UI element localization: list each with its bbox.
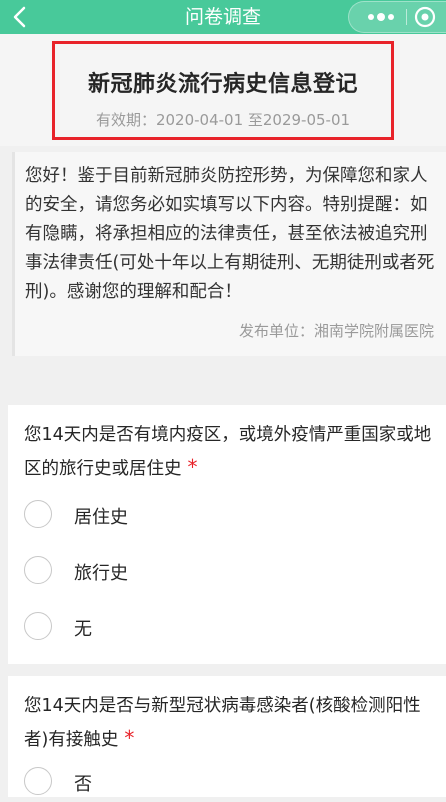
survey-title: 新冠肺炎流行病史信息登记 — [87, 72, 358, 97]
question-text: 您14天内是否与新型冠状病毒感染者(核酸检测阳性者)有接触史 * — [24, 690, 436, 756]
option-no[interactable]: 否 — [24, 762, 424, 802]
option-none[interactable]: 无 — [24, 607, 424, 647]
radio-button[interactable] — [24, 612, 52, 640]
radio-button[interactable] — [24, 556, 52, 584]
option-label: 否 — [74, 774, 92, 795]
publisher-label: 发布单位：湘南学院附属医院 — [238, 322, 434, 340]
question-text: 您14天内是否有境内疫区，或境外疫情严重国家或地区的旅行史或居住史 * — [24, 419, 436, 485]
option-label: 旅行史 — [74, 563, 128, 584]
mini-program-capsule — [348, 1, 446, 33]
radio-button[interactable] — [24, 767, 52, 795]
target-circle-icon[interactable] — [413, 5, 437, 29]
question-card: 您14天内是否与新型冠状病毒感染者(核酸检测阳性者)有接触史 * 否 — [8, 676, 446, 797]
required-mark: * — [124, 726, 135, 750]
validity-period: 有效期：2020-04-01 至2029-05-01 — [95, 111, 351, 129]
nav-bar: 问卷调查 — [0, 0, 446, 34]
radio-button[interactable] — [24, 500, 52, 528]
required-mark: * — [187, 455, 198, 479]
more-dots-icon[interactable] — [361, 2, 401, 32]
option-label: 无 — [74, 619, 92, 640]
capsule-divider — [406, 9, 407, 25]
option-label: 居住史 — [74, 507, 128, 528]
question-text-content: 您14天内是否与新型冠状病毒感染者(核酸检测阳性者)有接触史 — [24, 696, 421, 750]
question-text-content: 您14天内是否有境内疫区，或境外疫情严重国家或地区的旅行史或居住史 — [24, 425, 432, 479]
intro-text: 您好！鉴于目前新冠肺炎防控形势，为保障您和家人的安全，请您务必如实填写以下内容。… — [25, 166, 435, 302]
option-residence[interactable]: 居住史 — [24, 495, 424, 535]
question-card: 您14天内是否有境内疫区，或境外疫情严重国家或地区的旅行史或居住史 * 居住史 旅… — [8, 405, 446, 664]
option-travel[interactable]: 旅行史 — [24, 551, 424, 591]
intro-card: 您好！鉴于目前新冠肺炎防控形势，为保障您和家人的安全，请您务必如实填写以下内容。… — [12, 152, 446, 356]
